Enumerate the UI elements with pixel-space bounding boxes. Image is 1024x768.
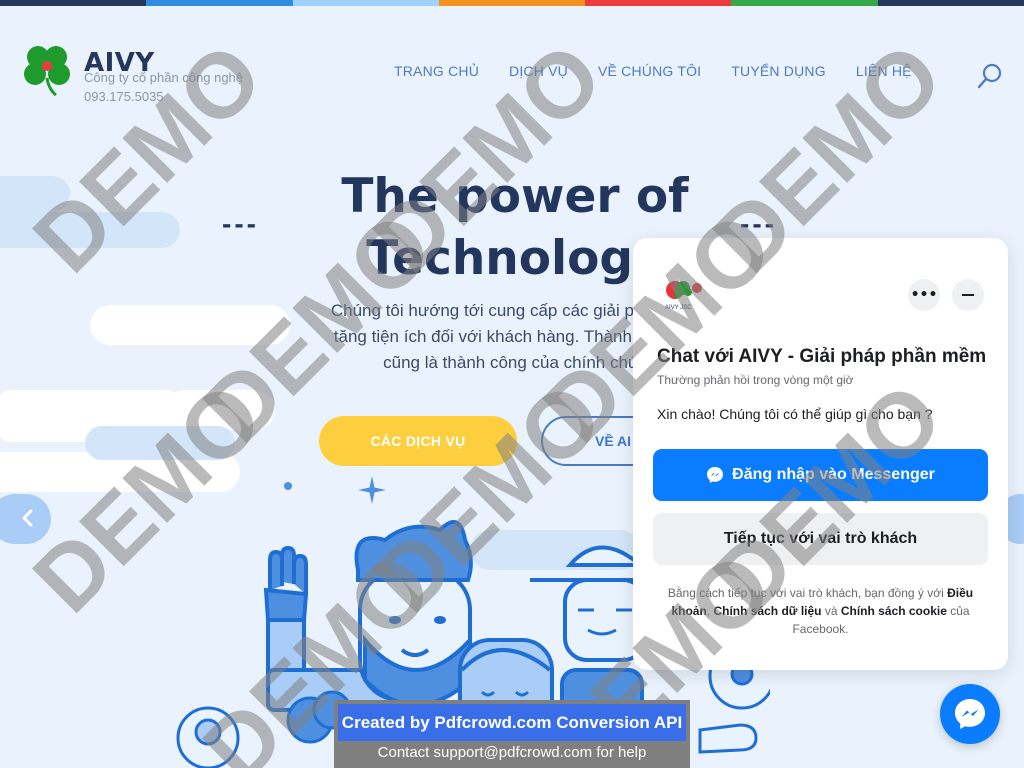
hero-dashes-right: --- <box>740 208 777 239</box>
chat-legal-text: Bằng cách tiếp tục với vai trò khách, bạ… <box>653 584 988 638</box>
messenger-icon <box>955 699 985 729</box>
nav-item-about[interactable]: VỀ CHÚNG TÔI <box>598 63 701 79</box>
site-header: AIVY Công ty cổ phần công nghệ 093.175.5… <box>0 6 1024 130</box>
pdfcrowd-banner-contact: Contact support@pdfcrowd.com for help <box>334 744 690 761</box>
color-strip-segment <box>292 0 439 6</box>
chevron-left-icon <box>22 509 32 526</box>
clover-logo-icon[interactable] <box>22 42 72 96</box>
login-messenger-label: Đăng nhập vào Messenger <box>732 466 935 483</box>
nav-item-careers[interactable]: TUYỂN DỤNG <box>731 63 826 79</box>
color-strip-segment <box>585 0 732 6</box>
color-strip-segment <box>731 0 878 6</box>
messenger-fab-button[interactable] <box>940 684 1000 744</box>
chat-response-time: Thường phản hồi trong vòng một giờ <box>657 373 854 387</box>
data-policy-link[interactable]: Chính sách dữ liệu <box>713 604 821 618</box>
color-strip-segment <box>877 0 1024 6</box>
chat-greeting: Xin chào! Chúng tôi có thể giúp gì cho b… <box>657 406 933 422</box>
nav-item-home[interactable]: TRANG CHỦ <box>394 63 479 79</box>
bg-cloud <box>85 426 235 460</box>
bg-cloud <box>0 212 180 248</box>
nav-item-services[interactable]: DỊCH VỤ <box>509 63 568 79</box>
pdfcrowd-banner-title[interactable]: Created by Pdfcrowd.com Conversion API <box>338 704 686 741</box>
pdfcrowd-banner: Created by Pdfcrowd.com Conversion API C… <box>334 700 690 768</box>
aivy-jsc-logo-text: AIVY JSC <box>665 305 692 311</box>
brand-phone[interactable]: 093.175.5035 <box>84 89 164 104</box>
more-options-button[interactable]: ••• <box>908 279 940 311</box>
login-messenger-button[interactable]: Đăng nhập vào Messenger <box>653 449 988 501</box>
continue-as-guest-button[interactable]: Tiếp tục với vai trò khách <box>653 513 988 565</box>
cookie-policy-link[interactable]: Chính sách cookie <box>841 604 947 618</box>
legal-and: và <box>821 604 841 618</box>
aivy-jsc-logo: AIVY JSC <box>665 281 702 311</box>
top-color-strip <box>0 0 1024 6</box>
messenger-icon <box>707 467 724 483</box>
hero-dashes-left: --- <box>222 208 259 239</box>
messenger-chat-panel: AIVY JSC ••• Chat với AIVY - Giải pháp p… <box>633 238 1008 670</box>
contact-prefix: Contact <box>377 744 434 761</box>
search-icon[interactable] <box>976 62 1004 90</box>
bg-cloud <box>0 176 70 212</box>
chat-title: Chat với AIVY - Giải pháp phần mềm <box>657 346 987 367</box>
color-strip-segment <box>146 0 293 6</box>
color-strip-segment <box>438 0 586 6</box>
services-button[interactable]: CÁC DỊCH VỤ <box>319 416 517 466</box>
main-nav: TRANG CHỦ DỊCH VỤ VỀ CHÚNG TÔI TUYỂN DỤN… <box>394 63 912 79</box>
support-email-link[interactable]: support@pdfcrowd.com <box>434 744 593 761</box>
hero-title-line: The power of <box>341 169 689 224</box>
slider-prev-button[interactable] <box>0 494 51 544</box>
legal-prefix: Bằng cách tiếp tục với vai trò khách, bạ… <box>667 586 948 600</box>
color-strip-segment <box>0 0 147 6</box>
nav-item-contact[interactable]: LIÊN HỆ <box>856 63 912 79</box>
contact-suffix: for help <box>592 744 647 761</box>
minimize-button[interactable] <box>952 279 984 311</box>
minimize-icon <box>962 294 974 296</box>
bg-cloud <box>165 390 275 430</box>
brand-tagline: Công ty cổ phần công nghệ <box>84 70 244 85</box>
